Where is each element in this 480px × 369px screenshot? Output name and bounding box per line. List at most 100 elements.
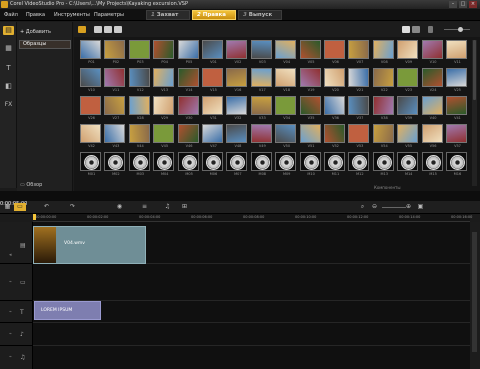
media-thumbnail[interactable]: V42 — [80, 124, 101, 148]
media-thumbnail[interactable]: V40 — [421, 96, 443, 120]
media-thumbnail[interactable]: V50 — [275, 124, 297, 148]
media-thumbnail[interactable]: V55 — [397, 124, 419, 148]
media-thumbnail[interactable]: P02 — [104, 40, 126, 64]
thumb-view-icon[interactable] — [412, 26, 420, 33]
media-thumbnail[interactable]: P01 — [80, 40, 101, 64]
media-thumbnail[interactable]: V53 — [348, 124, 370, 148]
playhead[interactable] — [33, 214, 36, 220]
audio-thumbnail[interactable]: M16 — [446, 152, 467, 176]
undo-icon[interactable]: ↶ — [42, 203, 51, 211]
motion-track-icon[interactable]: ⊞ — [180, 203, 189, 211]
media-thumbnail[interactable]: V26 — [80, 96, 101, 120]
media-thumbnail[interactable]: V02 — [226, 40, 248, 64]
media-thumbnail[interactable]: V48 — [226, 124, 248, 148]
track-link-icon[interactable]: ⌁ — [9, 309, 12, 315]
audio-thumbnail[interactable]: M01 — [80, 152, 101, 176]
media-thumbnail[interactable]: V21 — [348, 68, 370, 92]
media-thumbnail[interactable]: V45 — [153, 124, 175, 148]
media-thumbnail[interactable]: V06 — [324, 40, 345, 64]
media-thumbnail[interactable]: V34 — [275, 96, 297, 120]
media-thumbnail[interactable]: V15 — [202, 68, 223, 92]
media-thumbnail[interactable]: V56 — [421, 124, 443, 148]
media-thumbnail[interactable]: V19 — [299, 68, 321, 92]
media-thumbnail[interactable]: V14 — [177, 68, 199, 92]
audio-thumbnail[interactable]: M12 — [348, 152, 370, 176]
list-view-icon[interactable] — [402, 26, 410, 33]
media-thumbnail[interactable]: V03 — [250, 40, 272, 64]
zoom-out-icon[interactable]: ⊖ — [370, 203, 379, 211]
media-thumbnail[interactable]: V33 — [250, 96, 272, 120]
add-folder-button[interactable]: + Добавить — [20, 29, 51, 35]
sort-icon[interactable] — [428, 26, 433, 33]
audio-thumbnail[interactable]: M09 — [275, 152, 297, 176]
close-icon[interactable]: × — [469, 1, 477, 8]
audio-thumbnail[interactable]: M08 — [250, 152, 272, 176]
media-thumbnail[interactable]: V17 — [250, 68, 272, 92]
media-thumbnail[interactable]: V41 — [446, 96, 467, 120]
browse-button[interactable]: ▭ Обзор — [20, 182, 42, 188]
filter-audio-icon[interactable] — [114, 26, 122, 33]
media-thumbnail[interactable]: P05 — [177, 40, 199, 64]
media-thumbnail[interactable]: V24 — [421, 68, 443, 92]
media-thumbnail[interactable]: V31 — [202, 96, 223, 120]
menu-tools[interactable]: Инструменты — [54, 12, 90, 18]
audio-thumbnail[interactable]: M03 — [128, 152, 150, 176]
media-thumbnail[interactable]: V16 — [226, 68, 248, 92]
audio-thumbnail[interactable]: M10 — [299, 152, 321, 176]
media-thumbnail[interactable]: V37 — [348, 96, 370, 120]
voice-track[interactable] — [33, 323, 470, 346]
media-thumbnail[interactable]: P03 — [128, 40, 150, 64]
media-thumbnail[interactable]: P04 — [153, 40, 175, 64]
track-link-icon[interactable]: ⌁ — [9, 354, 12, 360]
fx-icon[interactable]: FX — [3, 100, 14, 109]
audio-thumbnail[interactable]: M15 — [421, 152, 443, 176]
media-thumbnail[interactable]: V30 — [177, 96, 199, 120]
media-thumbnail[interactable]: V09 — [397, 40, 419, 64]
redo-icon[interactable]: ↷ — [68, 203, 77, 211]
media-thumbnail[interactable]: V32 — [226, 96, 248, 120]
maximize-icon[interactable]: □ — [459, 1, 467, 8]
media-thumbnail[interactable]: V12 — [128, 68, 150, 92]
graphics-icon[interactable]: ◧ — [3, 82, 14, 91]
media-thumbnail[interactable]: V57 — [446, 124, 467, 148]
thumb-size-slider[interactable] — [444, 29, 470, 30]
menu-edit[interactable]: Правка — [26, 12, 45, 18]
instant-project-icon[interactable]: ▦ — [3, 44, 14, 53]
step-edit[interactable]: 2 Правка — [192, 10, 236, 20]
media-thumbnail[interactable]: V10 — [80, 68, 101, 92]
media-thumbnail[interactable]: V36 — [324, 96, 345, 120]
track-toggle-icon[interactable]: ◂ — [9, 252, 12, 258]
record-icon[interactable]: ◉ — [115, 203, 124, 211]
filter-video-icon[interactable] — [94, 26, 102, 33]
media-thumbnail[interactable]: V11 — [446, 40, 467, 64]
audio-thumbnail[interactable]: M05 — [177, 152, 199, 176]
timeline-view-icon[interactable]: ▭ — [14, 203, 26, 211]
library-scrollbar[interactable] — [472, 40, 477, 186]
media-thumbnail[interactable]: V05 — [299, 40, 321, 64]
menu-settings[interactable]: Параметры — [94, 12, 124, 18]
fit-project-icon[interactable]: ▣ — [416, 203, 425, 211]
video-clip[interactable]: V04.wmv — [33, 226, 146, 264]
track-link-icon[interactable]: ⌁ — [9, 331, 12, 337]
media-thumbnail[interactable]: V22 — [372, 68, 394, 92]
zoom-icon[interactable]: ⌕ — [358, 203, 367, 211]
media-thumbnail[interactable]: V38 — [372, 96, 394, 120]
timeline-scrollbar[interactable] — [470, 222, 480, 369]
media-thumbnail[interactable]: V07 — [348, 40, 370, 64]
zoom-slider[interactable] — [382, 207, 406, 208]
media-thumbnail[interactable]: V52 — [324, 124, 345, 148]
media-thumbnail[interactable]: V23 — [397, 68, 419, 92]
step-share[interactable]: 3 Выпуск — [238, 10, 282, 20]
track-link-icon[interactable]: ⌁ — [9, 279, 12, 285]
audio-thumbnail[interactable]: M11 — [324, 152, 345, 176]
music-track[interactable] — [33, 346, 470, 369]
audio-thumbnail[interactable]: M13 — [372, 152, 394, 176]
media-icon[interactable]: ▤ — [3, 26, 14, 35]
title-icon[interactable]: T — [3, 64, 14, 73]
media-thumbnail[interactable]: V51 — [299, 124, 321, 148]
media-thumbnail[interactable]: V54 — [372, 124, 394, 148]
folder-samples[interactable]: Образцы — [19, 40, 71, 49]
media-thumbnail[interactable]: V39 — [397, 96, 419, 120]
media-thumbnail[interactable]: V44 — [128, 124, 150, 148]
media-thumbnail[interactable]: V08 — [372, 40, 394, 64]
